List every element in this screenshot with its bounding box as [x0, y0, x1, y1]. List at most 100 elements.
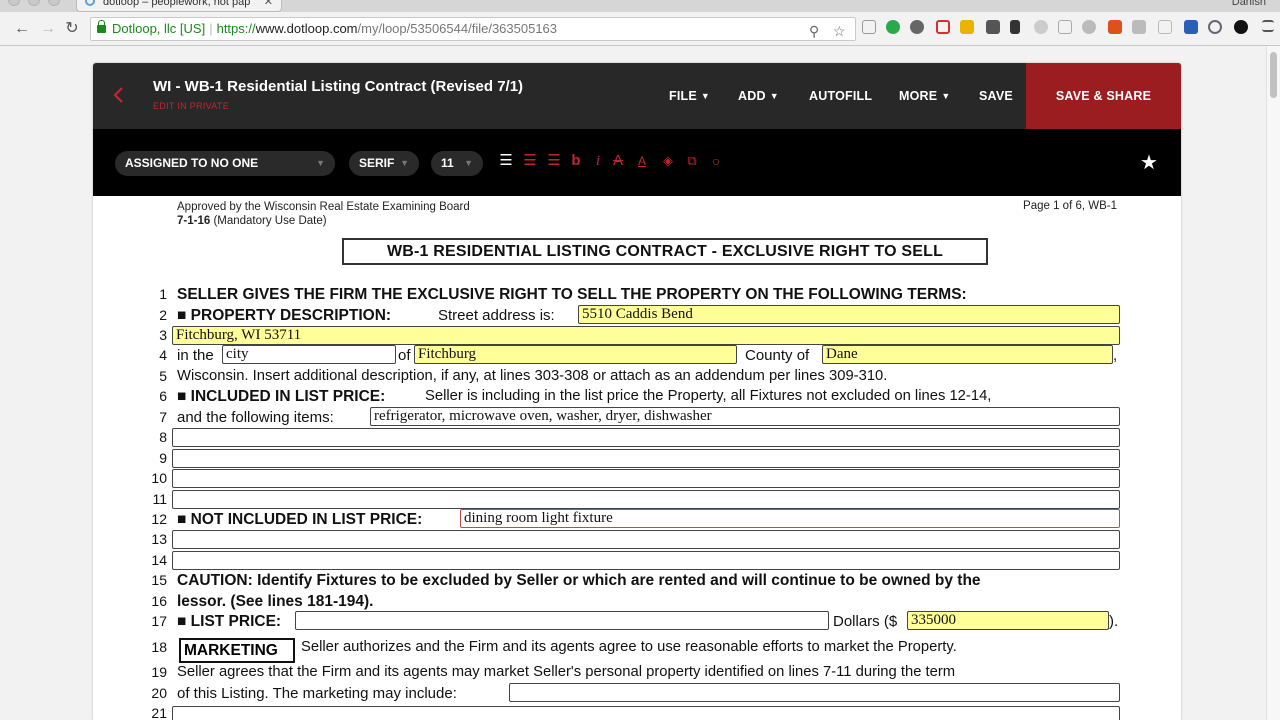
page-scrollbar[interactable]: [1266, 46, 1280, 720]
edit-in-private-link[interactable]: EDIT IN PRIVATE: [153, 101, 229, 111]
scroll-thumb[interactable]: [1270, 52, 1277, 98]
comma: ,: [1113, 347, 1118, 364]
bookmark-star-icon[interactable]: ☆: [833, 20, 846, 40]
circle-extension-icon[interactable]: [1034, 20, 1048, 34]
document-editor: WI - WB-1 Residential Listing Contract (…: [93, 63, 1181, 720]
save-share-button[interactable]: SAVE & SHARE: [1026, 63, 1181, 129]
mail-extension-icon[interactable]: [862, 20, 876, 34]
reload-icon[interactable]: ↻: [62, 19, 82, 39]
included-items-line-9-field[interactable]: [172, 449, 1120, 468]
puzzle-extension-icon[interactable]: [986, 20, 1000, 34]
star-icon[interactable]: ★: [1140, 150, 1158, 175]
county-field[interactable]: Dane: [822, 345, 1113, 364]
not-included-field[interactable]: dining room light fixture: [460, 509, 1120, 528]
browser-tab[interactable]: dotloop – peoplework, not pap ✕: [76, 0, 282, 12]
not-included-line-13-field[interactable]: [172, 530, 1120, 549]
close-paren: ).: [1109, 613, 1119, 630]
save-button[interactable]: SAVE: [979, 89, 1013, 103]
circle-icon[interactable]: ○: [707, 152, 725, 170]
line-number: 19: [151, 664, 167, 680]
address-bar[interactable]: Dotloop, llc [US] | https://www.dotloop.co…: [90, 17, 856, 41]
cloud-extension-icon[interactable]: [1082, 20, 1096, 34]
approval-note: Approved by the Wisconsin Real Estate Ex…: [177, 201, 470, 227]
line-number: 14: [151, 552, 167, 568]
included-items-field[interactable]: refrigerator, microwave oven, washer, dr…: [370, 407, 1120, 426]
form-title: WB-1 RESIDENTIAL LISTING CONTRACT - EXCL…: [342, 238, 988, 265]
included-items-line-8-field[interactable]: [172, 428, 1120, 447]
file-menu[interactable]: FILE ▼: [669, 89, 710, 103]
orange-extension-icon[interactable]: [1108, 20, 1122, 34]
add-menu[interactable]: ADD ▼: [738, 89, 779, 103]
ring-extension-icon[interactable]: [1208, 20, 1222, 34]
line-number: 17: [151, 613, 167, 629]
calendar-extension-icon[interactable]: [1158, 20, 1172, 34]
municipality-field[interactable]: Fitchburg: [414, 345, 737, 364]
marketing-line-21-field[interactable]: [172, 706, 1120, 720]
strikethrough-icon[interactable]: A: [609, 152, 627, 170]
line-number: 8: [159, 429, 167, 445]
back-chevron-icon[interactable]: [111, 85, 127, 105]
list-price-field[interactable]: 335000: [907, 611, 1109, 630]
marketing-field[interactable]: [509, 683, 1120, 702]
browser-menu-icon[interactable]: [1262, 20, 1274, 32]
line-number: 3: [159, 327, 167, 343]
url-scheme: https://: [216, 21, 256, 36]
window-zoom-button[interactable]: [48, 0, 60, 6]
notes-extension-icon[interactable]: [960, 20, 974, 34]
gmail-extension-icon[interactable]: [936, 20, 950, 34]
window-extension-icon[interactable]: [1058, 20, 1072, 34]
line-number: 20: [151, 685, 167, 701]
list-price-heading: ■ LIST PRICE:: [177, 613, 282, 630]
chevron-down-icon: ▼: [400, 158, 409, 168]
italic-icon[interactable]: i: [589, 152, 607, 170]
text-color-icon[interactable]: A: [633, 152, 651, 170]
following-items-label: and the following items:: [177, 409, 334, 426]
included-items-line-11-field[interactable]: [172, 490, 1120, 509]
autofill-button[interactable]: AUTOFILL: [809, 89, 872, 103]
list-price-words-field[interactable]: [295, 611, 829, 630]
window-minimize-button[interactable]: [28, 0, 40, 6]
caution-text: CAUTION: Identify Fixtures to be exclude…: [177, 572, 981, 589]
line-number: 15: [151, 572, 167, 588]
municipality-type-field[interactable]: city: [222, 345, 396, 364]
export-extension-icon[interactable]: [1010, 20, 1020, 34]
not-included-line-14-field[interactable]: [172, 551, 1120, 570]
align-center-icon[interactable]: ☰: [521, 152, 539, 170]
address-line-3-field[interactable]: Fitchburg, WI 53711: [172, 326, 1120, 345]
property-description-heading: ■ PROPERTY DESCRIPTION:: [177, 307, 392, 324]
zoom-icon[interactable]: ⚲: [809, 20, 819, 40]
line-5-text: Wisconsin. Insert additional description…: [177, 368, 888, 384]
line-number: 7: [159, 409, 167, 425]
align-right-icon[interactable]: ☰: [545, 152, 563, 170]
assignee-select[interactable]: ASSIGNED TO NO ONE ▼: [115, 151, 335, 176]
formatting-toolbar: ASSIGNED TO NO ONE ▼ SERIF ▼ 11 ▼ ☰ ☰ ☰ b i…: [93, 129, 1181, 196]
in-the-label: in the: [177, 347, 214, 364]
line-number: 10: [151, 470, 167, 486]
k-extension-icon[interactable]: [1132, 20, 1146, 34]
back-arrow-icon[interactable]: ←: [12, 19, 32, 39]
one-extension-icon[interactable]: [1234, 20, 1248, 34]
profile-name[interactable]: Danish: [1232, 0, 1266, 8]
tab-close-icon[interactable]: ✕: [264, 0, 273, 8]
window-close-button[interactable]: [8, 0, 20, 6]
blue-extension-icon[interactable]: [1184, 20, 1198, 34]
bold-icon[interactable]: b: [567, 152, 585, 170]
street-address-field[interactable]: 5510 Caddis Bend: [578, 305, 1120, 324]
of-label: of: [398, 347, 411, 364]
font-select[interactable]: SERIF ▼: [349, 151, 419, 176]
gear-extension-icon[interactable]: [910, 20, 924, 34]
caution-text-2: lessor. (See lines 181-194).: [177, 593, 374, 610]
copy-icon[interactable]: ⧉: [683, 152, 701, 170]
paint-bucket-icon[interactable]: ◈: [659, 152, 677, 170]
line-number: 6: [159, 388, 167, 404]
align-left-icon[interactable]: ☰: [497, 152, 515, 170]
line-number: 21: [151, 705, 167, 720]
lock-icon: [97, 20, 106, 33]
forward-arrow-icon[interactable]: →: [38, 19, 58, 39]
secure-origin-label: Dotloop, llc [US]: [112, 21, 206, 36]
included-items-line-10-field[interactable]: [172, 469, 1120, 488]
line-number: 18: [151, 639, 167, 655]
green-extension-icon[interactable]: [886, 20, 900, 34]
font-size-select[interactable]: 11 ▼: [431, 151, 483, 176]
more-menu[interactable]: MORE ▼: [899, 89, 950, 103]
